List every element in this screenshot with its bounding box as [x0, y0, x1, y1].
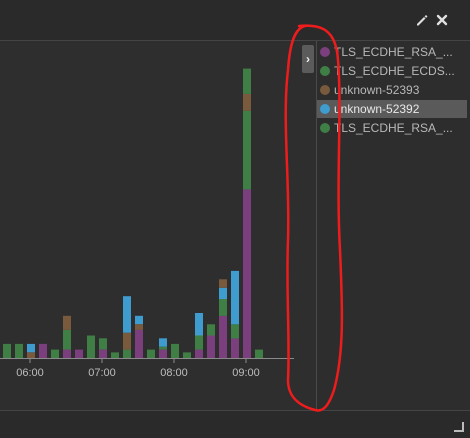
legend-panel: TLS_ECDHE_RSA_... TLS_ECDHE_ECDS... unkn…	[316, 41, 470, 410]
bar-segment[interactable]	[243, 68, 251, 94]
bar-segment[interactable]	[243, 110, 251, 190]
bar-segment[interactable]	[231, 270, 239, 325]
legend-toggle-button[interactable]: ›	[302, 45, 314, 73]
x-tick-label: 06:00	[16, 367, 44, 379]
bar-segment[interactable]	[159, 338, 167, 347]
x-tick-label: 08:00	[160, 367, 188, 379]
bar-segment[interactable]	[219, 279, 227, 288]
bar-segment[interactable]	[195, 313, 203, 336]
bar-segment[interactable]	[243, 189, 251, 358]
x-tick-label: 09:00	[232, 367, 260, 379]
x-tick-label: 07:00	[88, 367, 116, 379]
bar-segment[interactable]	[123, 296, 131, 333]
bar-segment[interactable]	[207, 324, 215, 336]
bar-segment[interactable]	[171, 343, 179, 358]
chevron-right-icon: ›	[306, 52, 310, 66]
bar-segment[interactable]	[231, 338, 239, 358]
legend-item[interactable]: TLS_ECDHE_RSA_...	[317, 43, 467, 61]
bar-segment[interactable]	[159, 349, 167, 358]
bar-segment[interactable]	[183, 352, 191, 358]
bar-chart: 06:00 07:00 08:00 09:00	[0, 68, 294, 379]
bar-segment[interactable]	[99, 349, 107, 358]
legend-swatch	[320, 123, 330, 133]
legend-label: TLS_ECDHE_ECDS...	[334, 64, 455, 78]
bar-segment[interactable]	[255, 349, 263, 358]
bar-segment[interactable]	[15, 343, 23, 358]
bar-segment[interactable]	[63, 349, 71, 358]
bar-segment[interactable]	[135, 329, 143, 358]
bar-segment[interactable]	[159, 346, 167, 350]
close-icon[interactable]	[435, 13, 449, 27]
bar-segment[interactable]	[51, 349, 59, 358]
bar-segment[interactable]	[75, 349, 83, 358]
legend-label: unknown-52393	[334, 83, 420, 97]
bar-segment[interactable]	[135, 324, 143, 330]
bar-segment[interactable]	[219, 299, 227, 316]
legend-swatch	[320, 85, 330, 95]
bar-segment[interactable]	[243, 93, 251, 111]
bar-segment[interactable]	[63, 329, 71, 350]
legend-item[interactable]: unknown-52393	[317, 81, 467, 99]
bar-segment[interactable]	[207, 335, 215, 359]
bar-segment[interactable]	[27, 352, 35, 358]
bar-segment[interactable]	[231, 324, 239, 339]
bar-segment[interactable]	[63, 315, 71, 330]
bar-segment[interactable]	[3, 343, 11, 358]
panel-footer	[0, 410, 470, 438]
legend-label: TLS_ECDHE_RSA_...	[334, 45, 453, 59]
panel-header	[0, 0, 470, 41]
bar-segment[interactable]	[87, 335, 95, 359]
resize-handle[interactable]	[454, 422, 464, 432]
bar-segment[interactable]	[195, 335, 203, 350]
bar-segment[interactable]	[123, 332, 131, 350]
legend-swatch	[320, 66, 330, 76]
bar-segment[interactable]	[147, 349, 155, 358]
legend-label: unknown-52392	[334, 102, 420, 116]
bar-segment[interactable]	[99, 338, 107, 350]
legend-swatch	[320, 104, 330, 114]
legend-item[interactable]: TLS_ECDHE_RSA_...	[317, 119, 467, 137]
bar-segment[interactable]	[123, 349, 131, 358]
bar-segment[interactable]	[111, 352, 119, 358]
pencil-icon[interactable]	[414, 13, 428, 27]
legend-item[interactable]: TLS_ECDHE_ECDS...	[317, 62, 467, 80]
legend-item[interactable]: unknown-52392	[317, 100, 467, 118]
bar-segment[interactable]	[135, 315, 143, 325]
bar-segment[interactable]	[195, 349, 203, 358]
legend-swatch	[320, 47, 330, 57]
legend-label: TLS_ECDHE_RSA_...	[334, 121, 453, 135]
bar-segment[interactable]	[219, 287, 227, 299]
chart-area: 06:00 07:00 08:00 09:00	[0, 41, 300, 410]
bar-segment[interactable]	[27, 343, 35, 353]
bar-segment[interactable]	[219, 315, 227, 359]
bar-segment[interactable]	[39, 343, 47, 358]
